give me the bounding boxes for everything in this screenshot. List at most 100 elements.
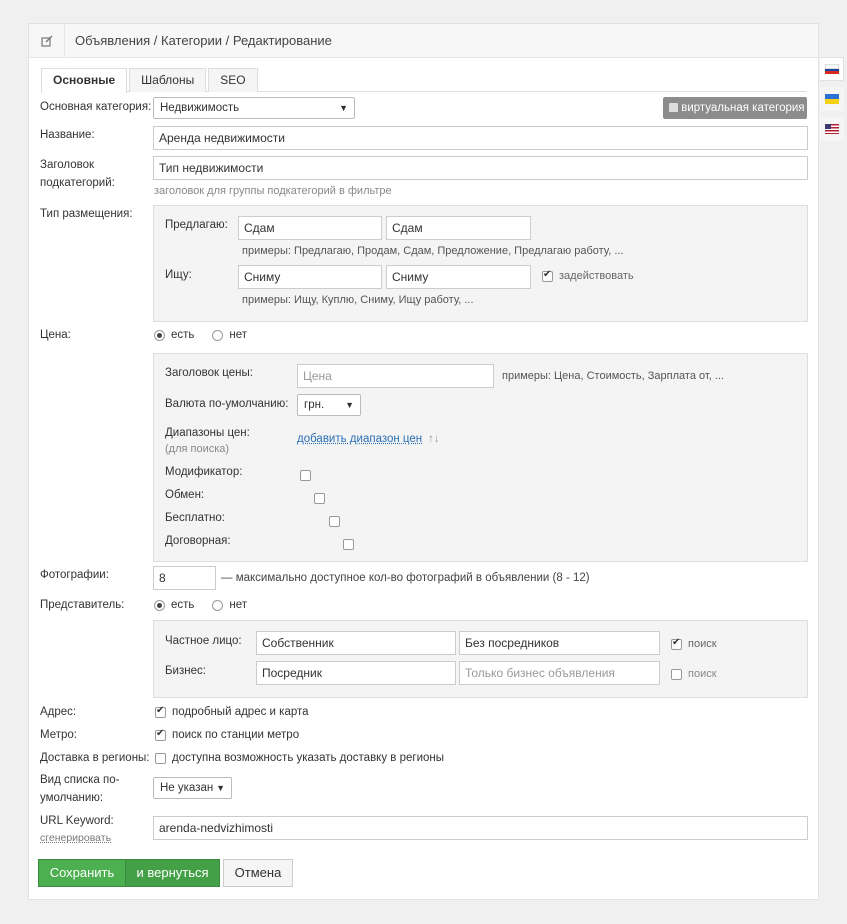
panel-header: Объявления / Категории / Редактирование (29, 23, 818, 58)
address-label: Адрес: (40, 706, 77, 718)
price-title-examples: примеры: Цена, Стоимость, Зарплата от, .… (502, 370, 724, 382)
representative-yes-label: есть (171, 599, 195, 611)
private-input-2[interactable]: Без посредников (459, 631, 660, 655)
photos-input[interactable]: 8 (153, 566, 216, 590)
tabs: Основные Шаблоны SEO (41, 68, 806, 93)
address-option[interactable]: подробный адрес и карта (155, 705, 309, 718)
seek-label: Ищу: (165, 269, 192, 281)
free-checkbox[interactable] (328, 516, 340, 528)
list-view-value: Не указан (160, 782, 214, 794)
delivery-checkbox[interactable] (155, 752, 166, 764)
seek-examples: примеры: Ищу, Куплю, Сниму, Ищу работу, … (242, 294, 474, 306)
seek-enable-label: задействовать (559, 270, 634, 282)
modifier-label: Модификатор: (165, 466, 243, 478)
ranges-controls: добавить диапазон цен ↑↓ (297, 433, 440, 445)
price-box: Заголовок цены: Цена примеры: Цена, Стои… (153, 353, 808, 562)
lang-ua-button[interactable] (820, 87, 844, 111)
main-category-value: Недвижимость (160, 102, 240, 114)
ranges-sublabel: (для поиска) (165, 443, 230, 455)
offer-input-2[interactable]: Сдам (386, 216, 531, 240)
seek-input-2[interactable]: Сниму (386, 265, 531, 289)
add-range-link[interactable]: добавить диапазон цен (297, 433, 422, 445)
price-radio-group: есть нет (154, 329, 247, 341)
title-input[interactable]: Аренда недвижимости (153, 126, 808, 150)
currency-label: Валюта по-умолчанию: (165, 398, 289, 410)
currency-value: грн. (304, 399, 325, 411)
business-input[interactable]: Посредник (256, 661, 456, 685)
url-keyword-label: URL Keyword: (40, 815, 114, 827)
modifier-checkbox[interactable] (300, 470, 311, 482)
lang-ru-button[interactable] (820, 57, 844, 81)
negotiable-checkbox[interactable] (343, 539, 355, 551)
save-return-button[interactable]: и вернуться (125, 859, 220, 887)
checkbox-checked-icon[interactable] (542, 269, 553, 282)
placement-box: Предлагаю: Сдам Сдам примеры: Предлагаю,… (153, 205, 808, 322)
delivery-option[interactable]: доступна возможность указать доставку в … (155, 752, 444, 764)
currency-select[interactable]: грн. ▼ (297, 394, 361, 416)
list-view-select[interactable]: Не указан ▼ (153, 777, 232, 799)
subcat-title-input[interactable]: Тип недвижимости (153, 156, 808, 180)
ranges-label: Диапазоны цен: (165, 427, 250, 439)
main-category-label: Основная категория: (40, 101, 152, 113)
business-search-label: поиск (688, 668, 717, 680)
delivery-option-label: доступна возможность указать доставку в … (172, 752, 445, 764)
business-label: Бизнес: (165, 665, 206, 677)
subcat-title-hint: заголовок для группы подкатегорий в филь… (154, 185, 392, 197)
private-input-1[interactable]: Собственник (256, 631, 456, 655)
sort-icon[interactable]: ↑↓ (428, 433, 440, 445)
tab-templates[interactable]: Шаблоны (129, 68, 207, 92)
exchange-label: Обмен: (165, 489, 205, 501)
chevron-down-icon: ▼ (216, 783, 225, 793)
negotiable-label: Договорная: (165, 535, 231, 547)
title-label: Название: (40, 129, 95, 141)
subcat-title-label: Заголовок подкатегорий: (40, 159, 115, 189)
offer-examples: примеры: Предлагаю, Продам, Сдам, Предло… (242, 245, 624, 257)
breadcrumb: Объявления / Категории / Редактирование (75, 33, 332, 48)
representative-box: Частное лицо: Собственник Без посреднико… (153, 620, 808, 698)
checkbox-checked-icon[interactable] (671, 637, 682, 650)
metro-checkbox[interactable] (155, 728, 166, 741)
url-keyword-input[interactable]: arenda-nedvizhimosti (153, 816, 808, 840)
free-label: Бесплатно: (165, 512, 225, 524)
tab-seo[interactable]: SEO (208, 68, 258, 92)
offer-input-1[interactable]: Сдам (238, 216, 382, 240)
representative-radio-group: есть нет (154, 599, 247, 611)
seek-enable[interactable]: задействовать (542, 269, 634, 282)
main-category-select[interactable]: Недвижимость ▼ (153, 97, 355, 119)
exchange-checkbox[interactable] (314, 493, 326, 505)
ru-flag-icon (824, 64, 839, 75)
address-checkbox[interactable] (155, 705, 166, 718)
us-flag-icon (825, 124, 839, 134)
checkbox-icon (669, 103, 678, 112)
address-option-label: подробный адрес и карта (172, 706, 309, 718)
chevron-down-icon: ▼ (345, 400, 354, 410)
representative-label: Представитель: (40, 599, 125, 611)
price-yes-radio[interactable] (154, 329, 165, 341)
private-search[interactable]: поиск (671, 637, 717, 650)
tab-main[interactable]: Основные (41, 68, 128, 93)
metro-option[interactable]: поиск по станции метро (155, 728, 300, 741)
lang-us-button[interactable] (820, 117, 844, 141)
representative-yes-radio[interactable] (154, 599, 165, 611)
checkbox-icon[interactable] (671, 668, 682, 680)
photos-label: Фотографии: (40, 569, 109, 581)
business-search[interactable]: поиск (671, 668, 717, 680)
metro-label: Метро: (40, 729, 77, 741)
seek-input-1[interactable]: Сниму (238, 265, 382, 289)
price-title-label: Заголовок цены: (165, 367, 253, 379)
photos-hint: — максимально доступное кол-во фотографи… (221, 572, 590, 584)
representative-no-label: нет (229, 599, 248, 611)
cancel-button[interactable]: Отмена (223, 859, 293, 887)
metro-option-label: поиск по станции метро (172, 729, 300, 741)
representative-no-radio[interactable] (212, 599, 224, 611)
placement-label: Тип размещения: (40, 208, 133, 220)
business-alt-input[interactable]: Только бизнес объявления (459, 661, 660, 685)
virtual-category-toggle[interactable]: виртуальная категория (663, 97, 807, 119)
price-no-radio[interactable] (212, 329, 224, 341)
private-search-label: поиск (688, 638, 717, 650)
price-title-input[interactable]: Цена (297, 364, 494, 388)
price-no-label: нет (229, 329, 248, 341)
chevron-down-icon: ▼ (339, 103, 348, 113)
save-button[interactable]: Сохранить (38, 859, 126, 887)
generate-link[interactable]: сгенерировать (40, 832, 111, 844)
